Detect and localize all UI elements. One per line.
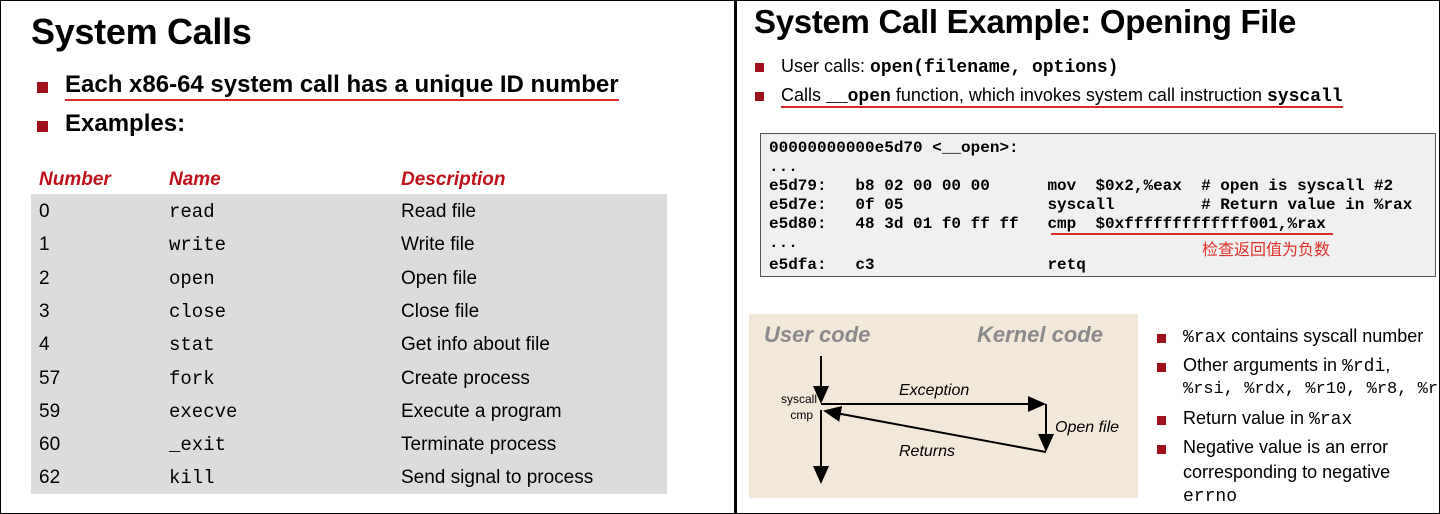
row-number: 59 [39, 400, 61, 422]
row-number: 2 [39, 267, 50, 289]
code-line: ... [769, 158, 798, 176]
row-description: Execute a program [401, 400, 562, 422]
bullet-user-calls: User calls: open(filename, options) [781, 56, 1118, 78]
side-bullet-return: Return value in %rax [1183, 408, 1352, 430]
row-description: Terminate process [401, 434, 557, 456]
disassembly-box: 00000000000e5d70 <__open>: ... e5d79: b8… [760, 133, 1436, 277]
bullet-calls-open: Calls __open function, which invokes sys… [781, 85, 1343, 108]
row-name: _exit [169, 434, 227, 457]
row-description: Write file [401, 234, 475, 256]
bullet-square-icon [37, 121, 48, 132]
side-bullet-return-text: Return value in [1183, 408, 1310, 428]
code-line: e5d79: b8 02 00 00 00 mov $0x2,%eax # op… [769, 177, 1394, 195]
row-number: 3 [39, 300, 50, 322]
bullet-square-icon [1157, 445, 1166, 454]
code-line: e5d80: 48 3d 01 f0 ff ff cmp $0xffffffff… [769, 215, 1326, 233]
row-name: stat [169, 334, 215, 357]
code-rax: %rax [1183, 328, 1227, 348]
side-bullet-args-line2: %rsi, %rdx, %r10, %r8, %r9 [1183, 380, 1440, 399]
bullet-unique-id: Each x86-64 system call has a unique ID … [65, 71, 619, 101]
row-number: 4 [39, 334, 50, 356]
row-name: kill [169, 467, 215, 490]
row-name: fork [169, 367, 215, 390]
opening-file-slide: System Call Example: Opening File User c… [735, 0, 1440, 514]
side-bullet-args-text: Other arguments in [1183, 355, 1343, 375]
syscall-flow-diagram: User code Kernel code syscall cmp Except… [749, 314, 1138, 498]
code-open-call: open(filename, options) [870, 58, 1119, 78]
bullet-square-icon [37, 82, 48, 93]
code-rdi: %rdi [1342, 357, 1386, 377]
row-description: Open file [401, 267, 478, 289]
row-name: close [169, 300, 227, 323]
syscall-table [31, 194, 667, 494]
bullet-calls-open-underlined: Calls __open function, which invokes sys… [781, 85, 1343, 108]
row-description: Send signal to process [401, 467, 594, 489]
bullet-user-calls-text: User calls: [781, 56, 871, 76]
cmp-underline [1051, 233, 1333, 235]
code-open-fn: __open [826, 87, 891, 107]
row-name: write [169, 234, 227, 257]
code-annotation: 检查返回值为负数 [1202, 240, 1331, 259]
slide-title: System Calls [31, 11, 252, 52]
side-bullet-args: Other arguments in %rdi, [1183, 355, 1390, 377]
row-number: 57 [39, 367, 61, 389]
row-number: 60 [39, 434, 61, 456]
code-line: 00000000000e5d70 <__open>: [769, 139, 1019, 157]
bullet-square-icon [1157, 334, 1166, 343]
row-description: Close file [401, 300, 480, 322]
side-bullet-negative: Negative value is an error [1183, 437, 1389, 457]
header-number: Number [39, 169, 111, 190]
row-description: Create process [401, 367, 530, 389]
code-line: e5d7e: 0f 05 syscall # Return value in %… [769, 196, 1413, 214]
bullet-unique-id-text: Each x86-64 system call has a unique ID … [65, 71, 619, 101]
side-bullet-negative-line2: corresponding to negative [1183, 462, 1391, 482]
row-number: 1 [39, 234, 50, 256]
side-bullet-rax: %rax contains syscall number [1183, 326, 1423, 348]
code-rax-return: %rax [1309, 410, 1353, 430]
flow-arrows [813, 356, 1054, 484]
bullet-square-icon [755, 92, 764, 101]
code-syscall: syscall [1266, 87, 1343, 107]
comma-text: , [1385, 355, 1391, 375]
row-description: Get info about file [401, 334, 550, 356]
bullet-calls-text-a: Calls [781, 85, 827, 105]
row-description: Read file [401, 201, 476, 222]
bullet-square-icon [1157, 363, 1166, 372]
bullet-square-icon [755, 63, 764, 72]
system-calls-slide: System Calls Each x86-64 system call has… [0, 0, 735, 514]
row-name: read [169, 201, 215, 223]
slide-title-right: System Call Example: Opening File [754, 3, 1297, 40]
row-number: 62 [39, 467, 61, 489]
code-errno: errno [1183, 487, 1238, 507]
bullet-calls-text-b: function, which invokes system call inst… [890, 85, 1267, 105]
bullet-examples: Examples: [65, 110, 186, 137]
code-line: e5dfa: c3 retq [769, 256, 1086, 274]
row-name: open [169, 267, 215, 290]
row-number: 0 [39, 201, 50, 222]
header-description: Description [401, 169, 506, 190]
returns-arrow [823, 406, 1047, 453]
side-bullet-rax-text: contains syscall number [1226, 326, 1424, 346]
bullet-square-icon [1157, 416, 1166, 425]
header-name: Name [169, 169, 221, 190]
code-line: ... [769, 234, 798, 252]
row-name: execve [169, 400, 238, 423]
